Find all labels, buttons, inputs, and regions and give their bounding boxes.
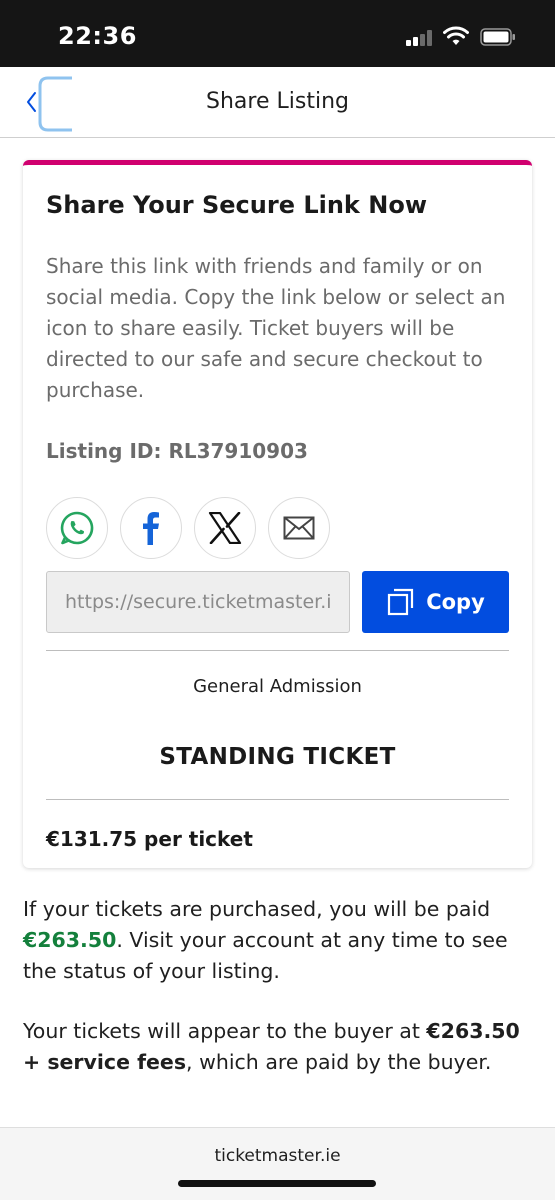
app-header: Share Listing [0, 67, 555, 138]
wifi-icon [443, 26, 469, 45]
status-time: 22:36 [58, 22, 137, 50]
divider [46, 650, 509, 651]
listing-id: Listing ID: RL37910903 [46, 439, 308, 463]
battery-icon [480, 28, 515, 46]
site-domain[interactable]: ticketmaster.ie [0, 1146, 555, 1166]
buyer-text-after: , which are paid by the buyer. [186, 1050, 492, 1074]
email-share-button[interactable] [268, 497, 330, 559]
share-link-field[interactable] [46, 571, 350, 633]
payout-amount: €263.50 [23, 928, 117, 952]
share-card: Share Your Secure Link Now Share this li… [23, 160, 532, 868]
copy-button-label: Copy [426, 590, 485, 614]
ticket-type: STANDING TICKET [159, 744, 396, 770]
x-icon [208, 512, 242, 544]
cellular-signal-icon [406, 30, 434, 46]
ticket-area: General Admission [193, 676, 362, 697]
facebook-share-button[interactable] [120, 497, 182, 559]
card-title: Share Your Secure Link Now [46, 191, 427, 219]
browser-footer: ticketmaster.ie [0, 1127, 555, 1200]
copy-icon [388, 588, 414, 616]
buyer-price-info: Your tickets will appear to the buyer at… [23, 1016, 528, 1078]
status-bar: 22:36 [0, 0, 555, 67]
share-description: Share this link with friends and family … [46, 254, 506, 402]
price-per-ticket: €131.75 per ticket [46, 827, 253, 851]
buyer-text-before: Your tickets will appear to the buyer at [23, 1019, 427, 1043]
copy-link-button[interactable]: Copy [362, 571, 509, 633]
whatsapp-icon [60, 511, 94, 545]
payout-text-before: If your tickets are purchased, you will … [23, 897, 491, 921]
facebook-icon [143, 512, 159, 545]
x-share-button[interactable] [194, 497, 256, 559]
divider [46, 799, 509, 800]
whatsapp-share-button[interactable] [46, 497, 108, 559]
home-indicator[interactable] [178, 1180, 376, 1187]
email-icon [283, 516, 315, 540]
page-title: Share Listing [206, 89, 349, 114]
payout-info: If your tickets are purchased, you will … [23, 894, 528, 987]
